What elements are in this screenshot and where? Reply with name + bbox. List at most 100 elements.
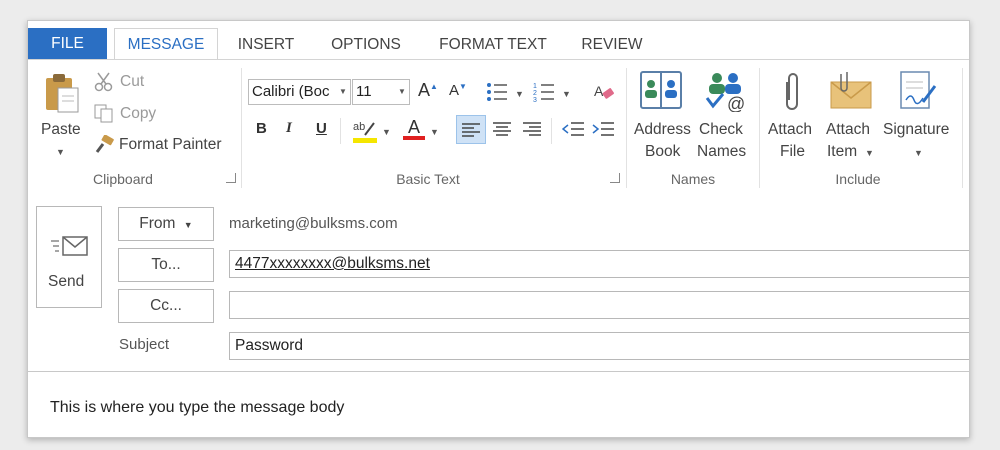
attach-item-label-line1: Attach — [826, 121, 870, 138]
address-book-icon — [640, 71, 682, 109]
address-book-button[interactable]: Address Book — [631, 66, 695, 166]
check-names-icon: @ — [705, 73, 745, 112]
from-button-label: From — [139, 215, 176, 232]
send-label: Send — [48, 273, 85, 290]
chevron-down-icon: ▼ — [914, 148, 923, 158]
shrink-font-icon[interactable]: A▼ — [449, 82, 467, 99]
check-names-button[interactable]: @ Check Names — [697, 66, 753, 166]
format-painter-button[interactable]: Format Painter — [119, 136, 222, 154]
divider — [551, 118, 552, 144]
paste-button[interactable]: Paste ▼ — [36, 68, 88, 160]
address-book-label-line2: Book — [645, 143, 681, 160]
chevron-down-icon: ▼ — [183, 220, 193, 230]
svg-text:2: 2 — [533, 90, 537, 97]
svg-text:A: A — [594, 83, 604, 99]
send-envelope-icon — [51, 236, 88, 256]
font-size-combobox[interactable]: 11 ▼ — [352, 79, 410, 105]
font-name-value: Calibri (Boc — [252, 83, 330, 100]
clear-formatting-icon[interactable]: A — [593, 82, 615, 102]
svg-text:1: 1 — [533, 83, 537, 90]
from-value: marketing@bulksms.com — [229, 215, 398, 232]
svg-text:ab: ab — [353, 121, 365, 133]
chevron-down-icon[interactable]: ▼ — [562, 89, 571, 99]
font-color-button[interactable]: A — [403, 117, 425, 140]
scissors-icon — [94, 72, 113, 92]
tab-review[interactable]: REVIEW — [572, 31, 652, 59]
signature-button[interactable]: Signature ▼ — [881, 66, 953, 166]
tab-insert[interactable]: INSERT — [226, 31, 306, 59]
send-button[interactable]: Send — [36, 206, 102, 308]
font-name-combobox[interactable]: Calibri (Boc ▼ — [248, 79, 351, 105]
font-color-letter: A — [407, 117, 420, 137]
cut-button[interactable]: Cut — [120, 73, 144, 91]
tab-format-text[interactable]: FORMAT TEXT — [428, 31, 558, 59]
group-label-names: Names — [670, 171, 716, 187]
divider — [340, 118, 341, 144]
group-label-include: Include — [835, 171, 881, 187]
highlighter-icon[interactable]: ab — [353, 118, 377, 144]
tab-options[interactable]: OPTIONS — [319, 31, 413, 59]
attach-item-envelope-icon — [830, 72, 872, 109]
subject-field[interactable]: Password — [229, 332, 969, 360]
font-size-value: 11 — [356, 83, 372, 100]
chevron-down-icon[interactable]: ▼ — [430, 127, 439, 137]
check-names-label-line2: Names — [697, 143, 747, 160]
signature-label: Signature — [883, 121, 950, 138]
attach-file-label-line1: Attach — [768, 121, 812, 138]
cc-button[interactable]: Cc... — [118, 289, 214, 323]
bold-button[interactable]: B — [256, 120, 267, 137]
attach-file-button[interactable]: Attach File — [765, 66, 821, 166]
align-left-icon — [462, 123, 480, 137]
to-button[interactable]: To... — [118, 248, 214, 282]
numbering-icon[interactable]: 1 2 3 — [533, 82, 555, 102]
align-left-button[interactable] — [456, 115, 486, 144]
bullets-icon[interactable] — [486, 82, 508, 102]
from-button[interactable]: From ▼ — [118, 207, 214, 241]
italic-button[interactable]: I — [286, 120, 292, 137]
clipboard-dialog-launcher-icon[interactable] — [226, 173, 236, 183]
svg-text:@: @ — [727, 94, 745, 112]
align-center-icon[interactable] — [493, 121, 511, 137]
format-painter-icon — [95, 135, 114, 153]
attach-item-button[interactable]: Attach Item ▼ — [823, 66, 879, 166]
group-separator — [626, 68, 627, 188]
basic-text-dialog-launcher-icon[interactable] — [610, 173, 620, 183]
signature-icon — [900, 71, 937, 109]
group-separator — [759, 68, 760, 188]
chevron-down-icon: ▼ — [865, 148, 874, 158]
paste-label: Paste — [41, 121, 81, 138]
chevron-down-icon: ▼ — [56, 147, 65, 157]
to-recipient[interactable]: 4477xxxxxxxx@bulksms.net — [235, 255, 430, 272]
group-label-basic-text: Basic Text — [396, 171, 460, 187]
group-label-clipboard: Clipboard — [93, 171, 153, 187]
ribbon-tab-bar: FILE MESSAGE INSERT OPTIONS FORMAT TEXT … — [28, 21, 969, 59]
compose-area: Send From ▼ marketing@bulksms.com To... … — [28, 188, 969, 437]
chevron-down-icon[interactable]: ▼ — [515, 89, 524, 99]
address-book-label-line1: Address — [634, 121, 691, 138]
to-field[interactable]: 4477xxxxxxxx@bulksms.net — [229, 250, 969, 278]
ribbon: Paste ▼ Cut Copy Format Painter Clipboar… — [28, 59, 969, 189]
message-body-text[interactable]: This is where you type the message body — [50, 399, 344, 417]
attach-file-label-line2: File — [780, 143, 805, 160]
copy-icon — [94, 104, 113, 123]
cc-field[interactable] — [229, 291, 969, 319]
grow-font-icon[interactable]: A▲ — [418, 80, 438, 101]
group-separator — [962, 68, 963, 188]
chevron-down-icon: ▼ — [336, 80, 350, 104]
attach-item-label-line2: Item — [827, 143, 858, 160]
tab-file[interactable]: FILE — [28, 28, 107, 59]
group-separator — [241, 68, 242, 188]
check-names-label-line1: Check — [699, 121, 743, 138]
chevron-down-icon[interactable]: ▼ — [382, 127, 391, 137]
copy-button[interactable]: Copy — [120, 105, 156, 123]
increase-indent-icon[interactable] — [592, 121, 614, 137]
outlook-message-window: FILE MESSAGE INSERT OPTIONS FORMAT TEXT … — [27, 20, 970, 438]
align-right-icon[interactable] — [523, 121, 541, 137]
underline-button[interactable]: U — [316, 120, 327, 137]
tab-message[interactable]: MESSAGE — [114, 28, 218, 59]
paste-icon — [46, 74, 79, 113]
paperclip-icon — [786, 73, 798, 110]
subject-label: Subject — [119, 336, 170, 353]
message-body-area[interactable]: This is where you type the message body — [28, 371, 969, 437]
decrease-indent-icon[interactable] — [562, 121, 584, 137]
